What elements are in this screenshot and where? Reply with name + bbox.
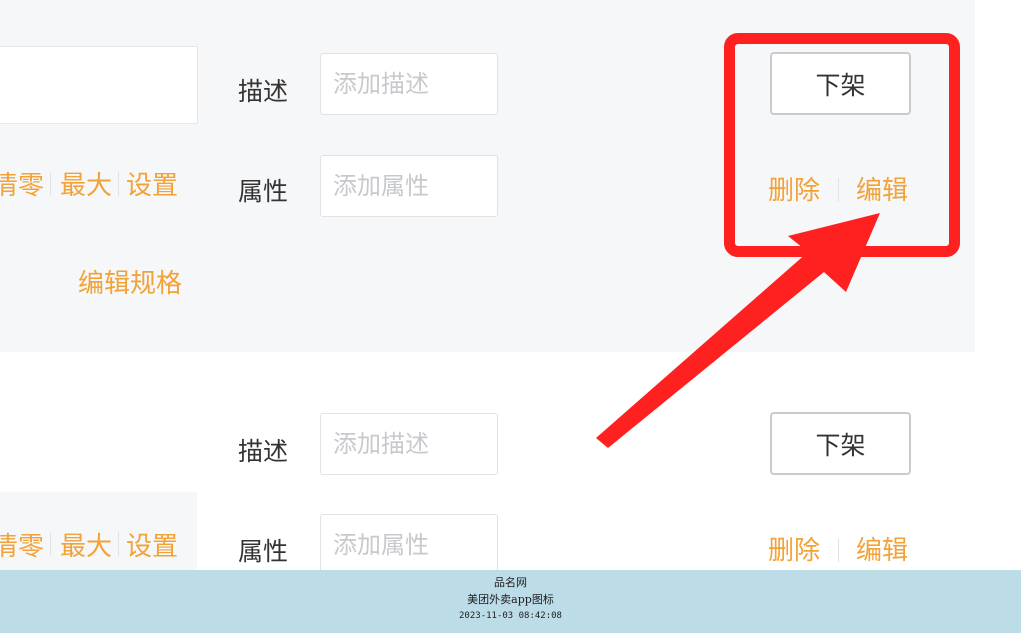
watermark-site: 品名网 xyxy=(494,576,527,589)
watermark-footer: 品名网 美团外卖app图标 2023-11-03 08:42:08 xyxy=(0,570,1021,633)
watermark-timestamp: 2023-11-03 08:42:08 xyxy=(459,611,562,621)
watermark-title: 美团外卖app图标 xyxy=(467,593,554,606)
pointer-arrow-icon xyxy=(596,213,880,448)
